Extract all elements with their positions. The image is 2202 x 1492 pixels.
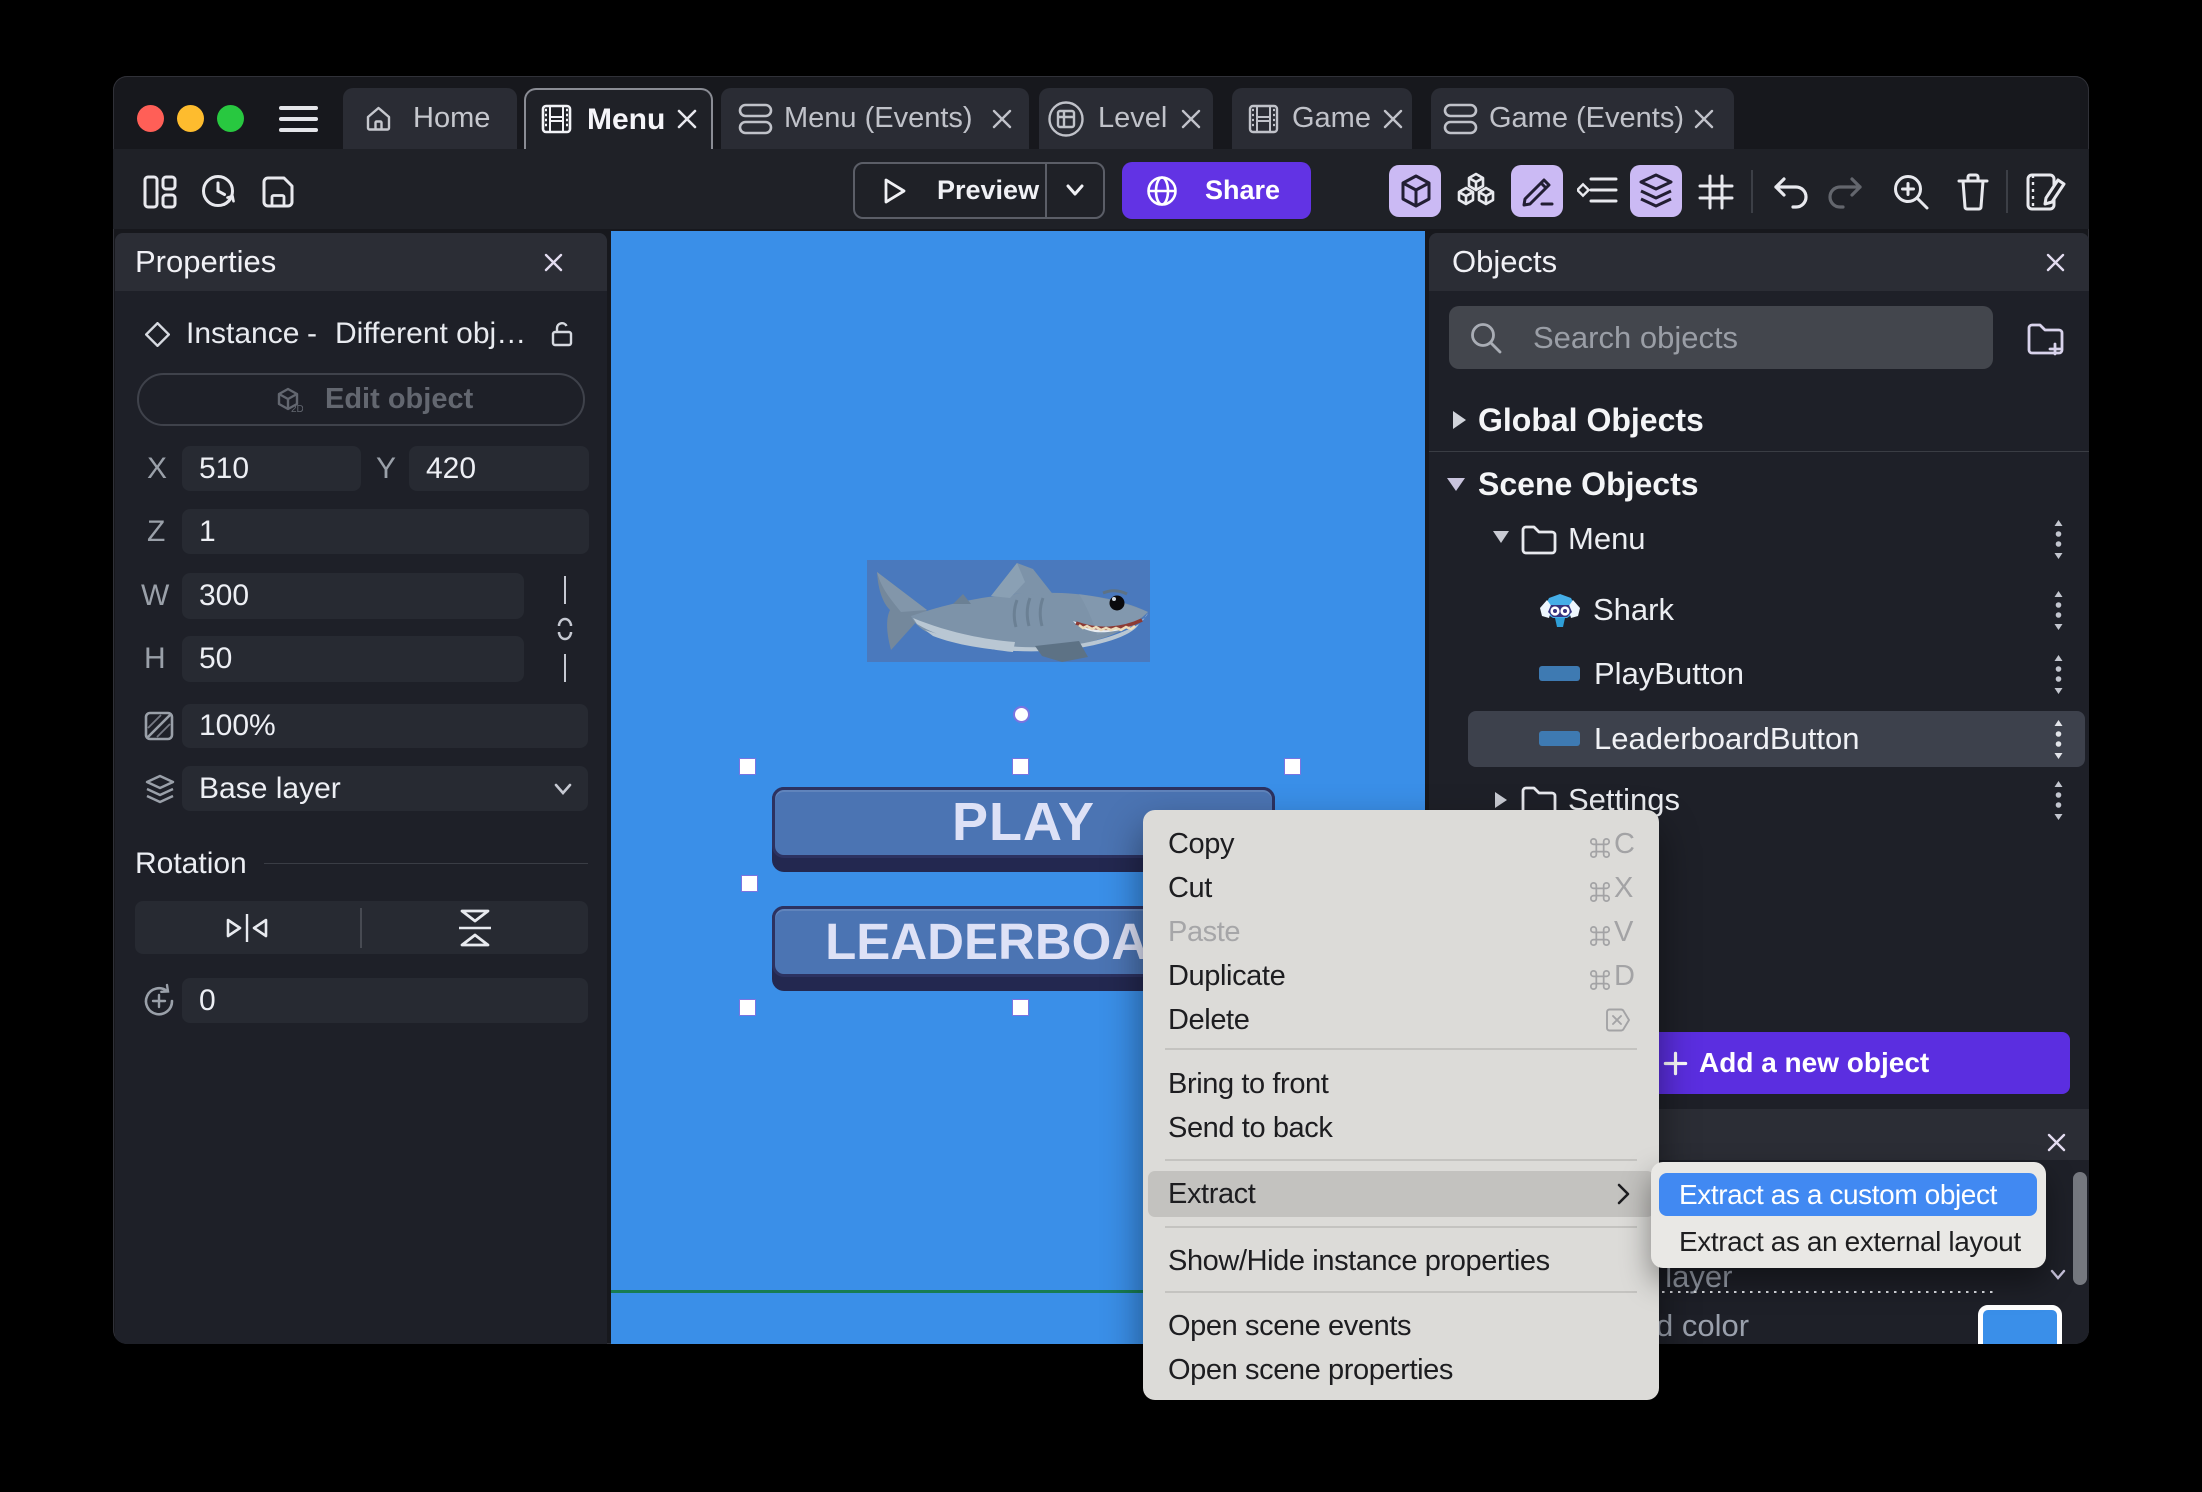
svg-text:2D: 2D — [291, 404, 303, 414]
